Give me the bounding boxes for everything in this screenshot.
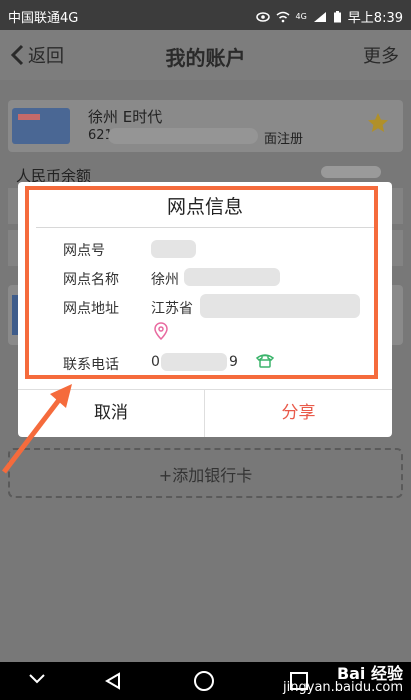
redacted-balance: [321, 166, 381, 178]
status-icons: 4G 早上8:39: [255, 7, 403, 26]
bank-card-name: 徐州 E时代: [88, 108, 163, 126]
bank-card-status: 面注册: [264, 132, 304, 147]
status-bar: 中国联通4G 4G 早上8:39: [0, 0, 411, 30]
back-triangle-icon[interactable]: [104, 672, 122, 690]
bank-card-item[interactable]: 徐州 E时代 621 面注册: [8, 100, 403, 152]
carrier-label: 中国联通4G: [8, 11, 79, 26]
watermark-brand: Bai 经验: [336, 664, 403, 683]
highlight-box: [25, 186, 378, 379]
annotation-arrow-icon: [2, 384, 72, 474]
wifi-icon: [276, 11, 289, 22]
baidu-watermark: Bai 经验 jingyan.baidu.com: [283, 664, 403, 695]
page-title: 我的账户: [165, 46, 246, 70]
bank-card-image: [12, 108, 70, 144]
eye-icon: [255, 11, 270, 22]
redacted-number: [108, 128, 258, 144]
battery-icon: [333, 10, 341, 22]
nav-bar: 返回 我的账户 更多: [0, 30, 411, 80]
watermark-url: jingyan.baidu.com: [283, 680, 403, 695]
dropdown-icon[interactable]: [28, 672, 46, 686]
network-type-label: 4G: [295, 12, 307, 21]
star-icon[interactable]: [367, 112, 389, 134]
home-circle-icon[interactable]: [194, 671, 214, 691]
more-button[interactable]: 更多: [363, 42, 399, 68]
signal-icon: [313, 11, 326, 22]
clock-label: 早上8:39: [347, 11, 403, 26]
share-button[interactable]: 分享: [205, 389, 392, 437]
